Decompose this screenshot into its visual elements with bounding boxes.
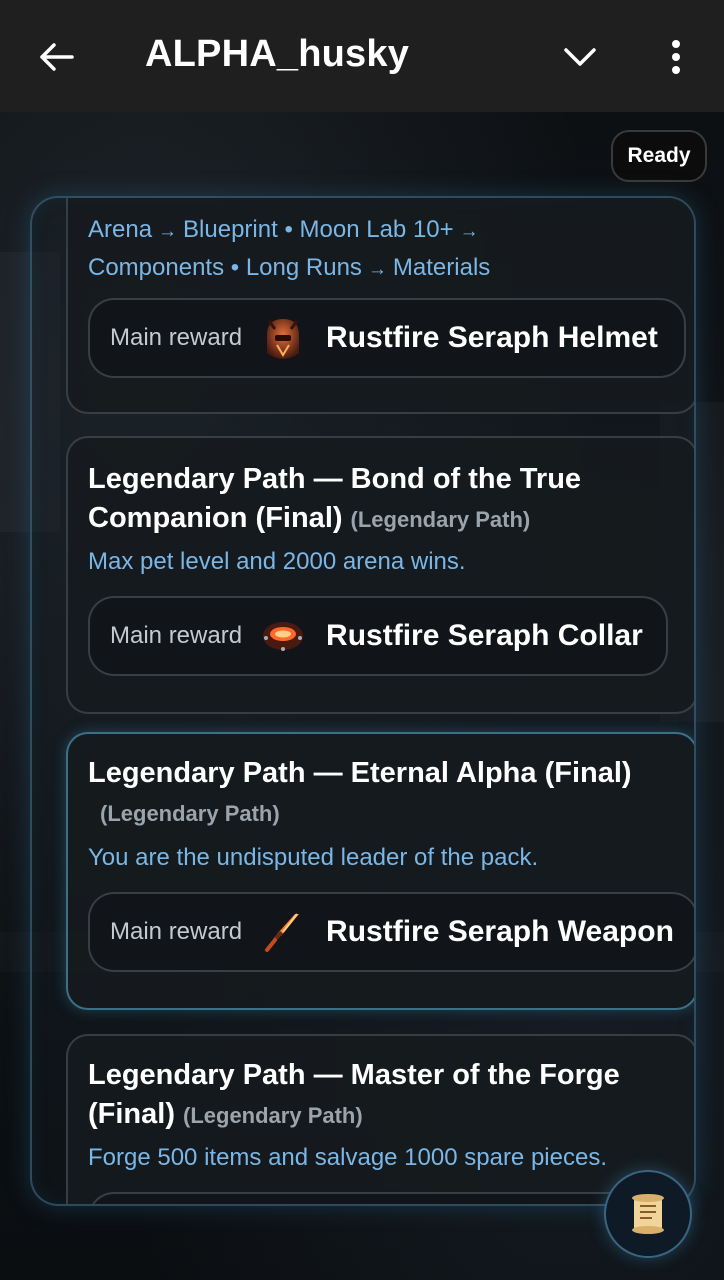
quest-title: Legendary Path — Master of the Forge (Fi… bbox=[88, 1056, 668, 1135]
quest-log-button[interactable] bbox=[604, 1170, 692, 1258]
route-steps: Arena → Blueprint • Moon Lab 10+ → Componen… bbox=[88, 212, 688, 288]
quest-panel[interactable]: Arena → Blueprint • Moon Lab 10+ → Componen… bbox=[30, 196, 696, 1206]
status-badge: Ready bbox=[611, 130, 707, 182]
route-arrow: → bbox=[367, 259, 387, 280]
quest-description: You are the undisputed leader of the pac… bbox=[88, 844, 539, 871]
weapon-icon bbox=[260, 909, 306, 955]
route-dot: • bbox=[230, 254, 240, 281]
quest-title: Legendary Path — Eternal Alpha (Final) (… bbox=[88, 754, 668, 835]
main-reward-row[interactable]: Main reward Rustfire Seraph Helmet bbox=[88, 298, 686, 378]
quest-tag: (Legendary Path) bbox=[350, 507, 531, 532]
collar-icon bbox=[260, 613, 306, 659]
reward-label: Main reward bbox=[110, 622, 243, 649]
route-card: Arena → Blueprint • Moon Lab 10+ → Componen… bbox=[66, 198, 694, 414]
quest-description: Forge 500 items and salvage 1000 spare p… bbox=[88, 1144, 607, 1171]
route-step[interactable]: Arena bbox=[88, 216, 152, 243]
page-title: ALPHA_husky bbox=[145, 33, 410, 75]
quest-card[interactable]: Legendary Path — Eternal Alpha (Final) (… bbox=[66, 732, 694, 1010]
helmet-icon bbox=[260, 315, 306, 361]
main-reward-row[interactable] bbox=[88, 1192, 668, 1204]
route-step[interactable]: Materials bbox=[393, 254, 490, 281]
route-arrow: → bbox=[158, 221, 178, 242]
arrow-left-icon bbox=[40, 43, 74, 71]
route-arrow: → bbox=[459, 221, 479, 242]
reward-label: Main reward bbox=[110, 324, 243, 351]
quest-title-text: Legendary Path — Eternal Alpha (Final) bbox=[88, 757, 632, 789]
dropdown-button[interactable] bbox=[552, 30, 608, 84]
main-reward-row[interactable]: Main reward Rustfire Seraph Collar bbox=[88, 596, 668, 676]
quest-card[interactable]: Legendary Path — Master of the Forge (Fi… bbox=[66, 1034, 694, 1204]
route-step[interactable]: Moon Lab 10+ bbox=[300, 216, 454, 243]
reward-label: Main reward bbox=[110, 918, 243, 945]
route-step[interactable]: Long Runs bbox=[246, 254, 362, 281]
quest-tag: (Legendary Path) bbox=[183, 1103, 363, 1128]
chevron-down-icon bbox=[564, 48, 596, 66]
route-step[interactable]: Components bbox=[88, 254, 224, 281]
route-step[interactable]: Blueprint bbox=[183, 216, 278, 243]
quest-tag: (Legendary Path) bbox=[100, 801, 280, 826]
route-dot: • bbox=[284, 216, 293, 243]
quest-title: Legendary Path — Bond of the True Compan… bbox=[88, 460, 668, 539]
reward-name: Rustfire Seraph Helmet bbox=[326, 321, 658, 354]
quest-card[interactable]: Legendary Path — Bond of the True Compan… bbox=[66, 436, 694, 714]
back-button[interactable] bbox=[26, 30, 86, 84]
reward-name: Rustfire Seraph Weapon bbox=[326, 915, 674, 948]
more-options-button[interactable] bbox=[652, 30, 700, 84]
quest-description: Max pet level and 2000 arena wins. bbox=[88, 548, 466, 575]
reward-name: Rustfire Seraph Collar bbox=[326, 619, 643, 652]
app-header: ALPHA_husky bbox=[0, 0, 724, 112]
more-vertical-icon bbox=[672, 40, 680, 74]
scroll-icon bbox=[632, 1194, 664, 1234]
main-reward-row[interactable]: Main reward Rustfire Seraph Weapon bbox=[88, 892, 694, 972]
